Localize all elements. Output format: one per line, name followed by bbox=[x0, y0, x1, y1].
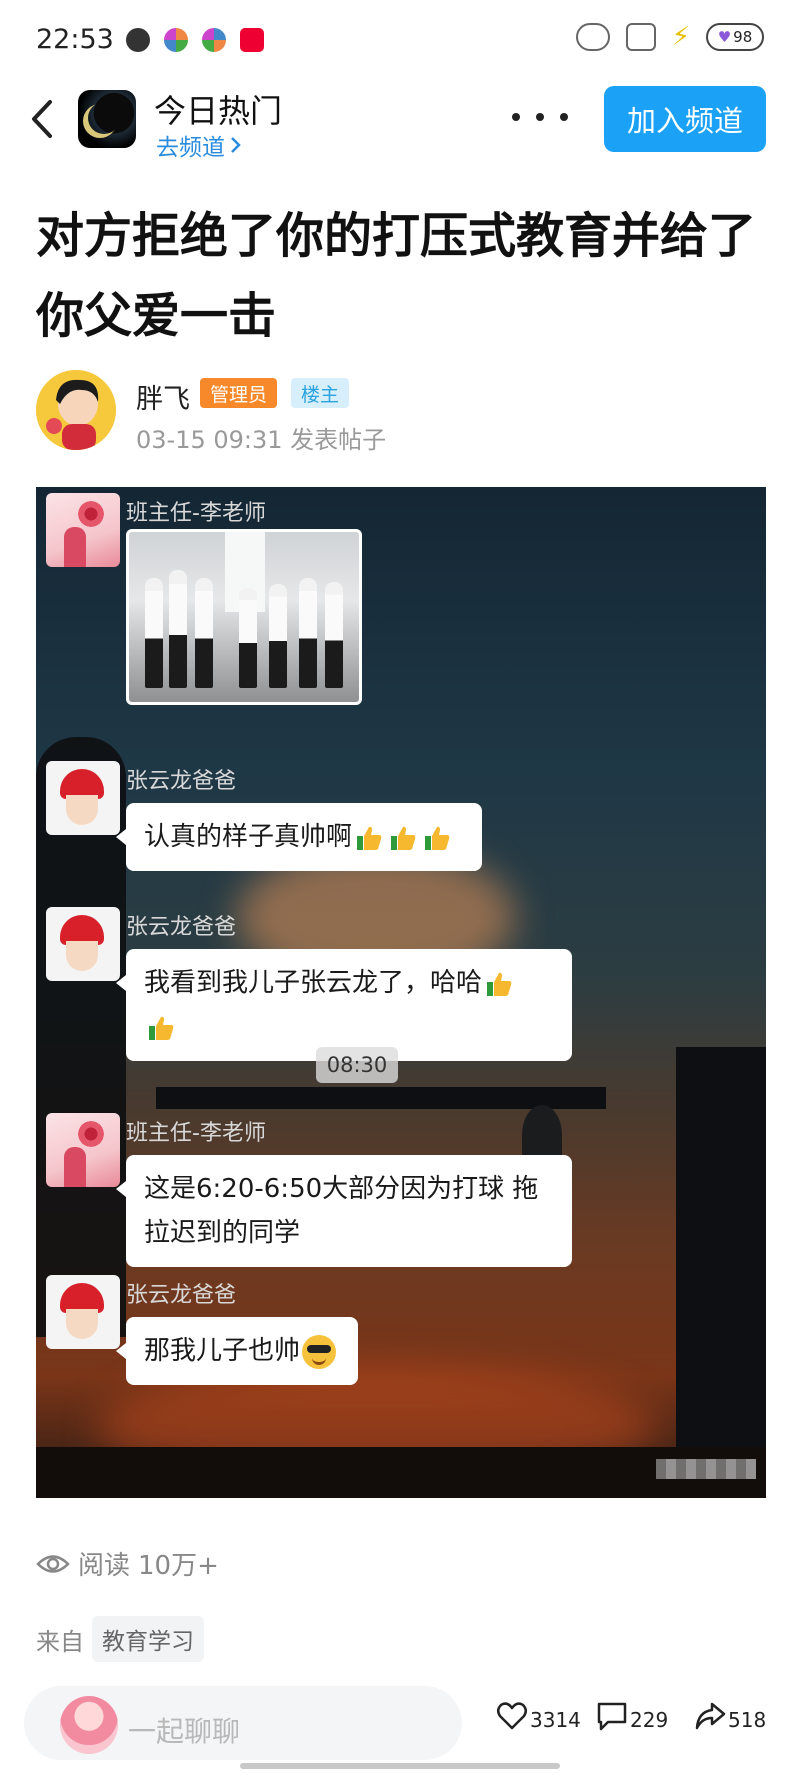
post-title: 对方拒绝了你的打压式教育并给了你父爱一击 bbox=[36, 208, 757, 344]
share-icon bbox=[695, 1702, 726, 1730]
charging-icon: ⚡ bbox=[671, 22, 690, 52]
message-sender: 张云龙爸爸 bbox=[126, 915, 237, 940]
thumbs-up-icon bbox=[422, 823, 452, 853]
status-time: 22:53 bbox=[36, 24, 114, 55]
channel-title[interactable]: 今日热门 bbox=[154, 86, 282, 132]
heart-icon: ♥ bbox=[717, 28, 732, 46]
time-divider: 08:30 bbox=[316, 1047, 398, 1083]
channel-header: 今日热门 去频道 加入频道 bbox=[0, 82, 800, 161]
thumbs-up-icon bbox=[484, 969, 514, 999]
bottom-action-bar: 一起聊聊 3314 229 518 bbox=[0, 1680, 800, 1772]
student-figure bbox=[299, 578, 317, 688]
status-bar: 22:53 ⚡ ♥ 98 bbox=[0, 0, 800, 80]
home-indicator[interactable] bbox=[240, 1763, 560, 1769]
admin-badge: 管理员 bbox=[200, 378, 278, 408]
read-count-row: 阅读 10万+ bbox=[36, 1545, 219, 1582]
comment-icon bbox=[597, 1702, 627, 1731]
message-text: 我看到我儿子张云龙了，哈哈 bbox=[144, 968, 483, 998]
dad-avatar bbox=[46, 761, 120, 835]
dad-avatar bbox=[46, 907, 120, 981]
more-icon[interactable] bbox=[512, 108, 568, 126]
back-arrow-icon[interactable] bbox=[26, 96, 60, 142]
students-standing-photo bbox=[126, 529, 362, 705]
thread-owner-badge: 楼主 bbox=[291, 378, 350, 408]
chat-screenshot-image[interactable]: 班主任-李老师 张云龙爸爸 认真的样子真帅啊 张云龙爸爸 我看到我儿子张云龙了，… bbox=[36, 487, 766, 1498]
app-notification-icon bbox=[164, 28, 188, 52]
message-sender: 张云龙爸爸 bbox=[126, 1283, 237, 1308]
message-text: 认真的样子真帅啊 bbox=[144, 822, 353, 852]
thumbs-up-icon bbox=[146, 1013, 176, 1043]
comment-placeholder: 一起聊聊 bbox=[128, 1715, 241, 1748]
student-figure bbox=[169, 570, 187, 688]
message-text: 这是6:20-6:50大部分因为打球 拖 bbox=[144, 1174, 539, 1204]
share-count: 518 bbox=[728, 1708, 767, 1732]
dad-avatar bbox=[46, 1275, 120, 1349]
chat-bubble: 这是6:20-6:50大部分因为打球 拖 拉迟到的同学 bbox=[116, 1155, 572, 1267]
channel-avatar[interactable] bbox=[78, 90, 136, 148]
go-to-channel-label: 去频道 bbox=[156, 135, 225, 161]
wifi-cat-icon bbox=[625, 23, 656, 51]
join-channel-button[interactable]: 加入频道 bbox=[604, 86, 766, 152]
app-notification-icon bbox=[202, 28, 226, 52]
chevron-right-icon bbox=[231, 137, 241, 153]
student-figure bbox=[145, 578, 163, 688]
pixelated-watermark bbox=[656, 1459, 756, 1479]
comment-input[interactable]: 一起聊聊 bbox=[24, 1686, 462, 1760]
thumbs-up-icon bbox=[388, 823, 418, 853]
thumbs-up-icon bbox=[354, 823, 384, 853]
status-app-icons bbox=[126, 28, 264, 52]
cool-face-icon bbox=[302, 1334, 337, 1369]
heart-icon bbox=[497, 1702, 527, 1730]
student-figure bbox=[239, 588, 257, 688]
app-notification-icon bbox=[126, 28, 150, 52]
building-silhouette bbox=[676, 1047, 766, 1498]
teacher-avatar bbox=[46, 1113, 120, 1187]
comment-count: 229 bbox=[630, 1708, 669, 1732]
chat-bubble: 那我儿子也帅 bbox=[116, 1317, 358, 1385]
read-label: 阅读 bbox=[78, 1551, 131, 1581]
message-text: 那我儿子也帅 bbox=[144, 1336, 301, 1366]
comment-button[interactable]: 229 bbox=[596, 1700, 668, 1732]
like-count: 3314 bbox=[530, 1708, 581, 1732]
status-indicators: ⚡ ♥ 98 bbox=[575, 22, 764, 52]
author-avatar-image bbox=[36, 370, 116, 450]
post-timestamp: 03-15 09:31 发表帖子 bbox=[136, 426, 387, 454]
battery-level: 98 bbox=[733, 28, 753, 46]
battery-indicator: ♥ 98 bbox=[706, 23, 764, 51]
weather-icon bbox=[575, 23, 610, 51]
source-row: 来自 教育学习 bbox=[36, 1616, 204, 1662]
author-name[interactable]: 胖飞 bbox=[136, 377, 190, 416]
chat-bubble: 认真的样子真帅啊 bbox=[116, 803, 482, 871]
app-notification-icon bbox=[240, 28, 264, 52]
teacher-avatar bbox=[46, 493, 120, 567]
eye-icon bbox=[36, 1554, 70, 1573]
share-button[interactable]: 518 bbox=[694, 1700, 766, 1732]
user-avatar bbox=[60, 1696, 118, 1754]
go-to-channel-link[interactable]: 去频道 bbox=[156, 128, 243, 162]
source-tag[interactable]: 教育学习 bbox=[92, 1616, 204, 1662]
author-avatar[interactable] bbox=[36, 370, 116, 450]
message-text: 拉迟到的同学 bbox=[144, 1218, 301, 1248]
read-count: 10万+ bbox=[138, 1551, 219, 1581]
student-figure bbox=[195, 578, 213, 688]
message-sender: 张云龙爸爸 bbox=[126, 769, 237, 794]
source-label: 来自 bbox=[36, 1627, 84, 1656]
message-sender: 班主任-李老师 bbox=[126, 501, 266, 526]
like-button[interactable]: 3314 bbox=[496, 1700, 581, 1732]
student-figure bbox=[269, 584, 287, 688]
student-figure bbox=[325, 582, 343, 688]
chat-bubble: 我看到我儿子张云龙了，哈哈 bbox=[116, 949, 572, 1061]
message-sender: 班主任-李老师 bbox=[126, 1121, 266, 1146]
